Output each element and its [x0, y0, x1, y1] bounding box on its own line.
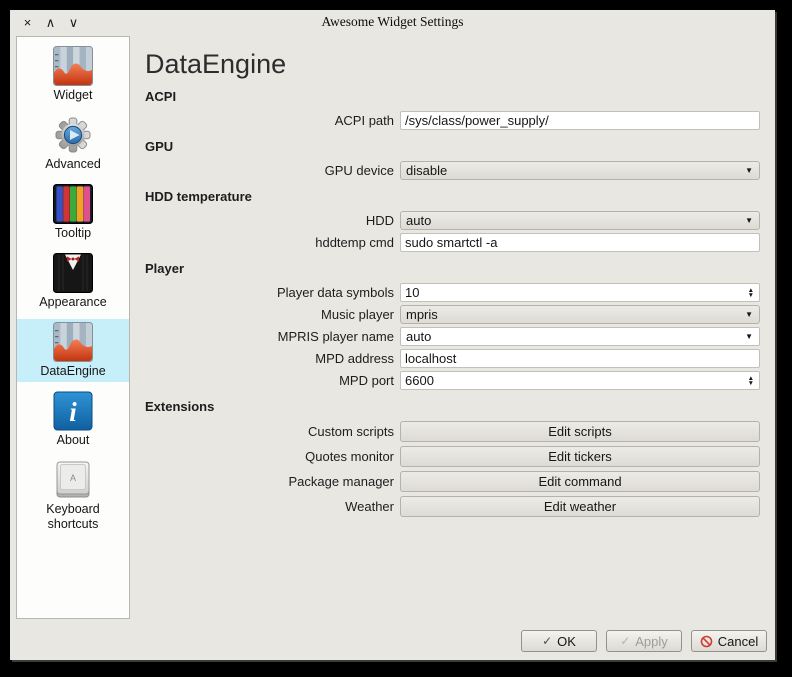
- key-letter: A: [70, 473, 76, 483]
- player-symbols-row: Player data symbols ▲▼: [145, 283, 760, 302]
- sidebar-item-advanced[interactable]: Advanced: [17, 112, 129, 175]
- sidebar-item-label: Widget: [54, 88, 93, 103]
- no-entry-icon: [700, 635, 713, 648]
- custom-scripts-label: Custom scripts: [145, 424, 400, 439]
- sidebar-item-label: Keyboard shortcuts: [25, 502, 121, 532]
- music-player-label: Music player: [145, 307, 400, 322]
- settings-window: × ∧ ∨ Awesome Widget Settings: [10, 10, 775, 660]
- music-player-value: mpris: [406, 307, 745, 322]
- ok-button-label: OK: [557, 634, 576, 649]
- gpu-device-value: disable: [406, 163, 745, 178]
- sidebar-item-widget[interactable]: Widget: [17, 43, 129, 106]
- tuxedo-icon: [53, 253, 93, 293]
- sidebar-item-keyboard-shortcuts[interactable]: A Keyboard shortcuts: [17, 457, 129, 535]
- package-manager-row: Package manager Edit command: [145, 471, 760, 492]
- window-title: Awesome Widget Settings: [10, 14, 775, 30]
- mpd-address-row: MPD address: [145, 349, 760, 368]
- player-symbols-stepper[interactable]: ▲▼: [400, 283, 760, 302]
- acpi-path-input[interactable]: [400, 111, 760, 130]
- sidebar-item-about[interactable]: i About: [17, 388, 129, 451]
- quotes-monitor-label: Quotes monitor: [145, 449, 400, 464]
- mpd-address-input[interactable]: [400, 349, 760, 368]
- dialog-button-bar: ✓ OK ✓ Apply Cancel: [521, 630, 767, 652]
- apply-button-label: Apply: [635, 634, 668, 649]
- sidebar-item-label: Appearance: [39, 295, 106, 310]
- cancel-button-label: Cancel: [718, 634, 758, 649]
- mpris-player-name-label: MPRIS player name: [145, 329, 400, 344]
- chart-widget-icon: [53, 322, 93, 362]
- mpris-player-name-value: auto: [406, 329, 745, 344]
- weather-label: Weather: [145, 499, 400, 514]
- mpd-port-row: MPD port ▲▼: [145, 371, 760, 390]
- desktop-background: × ∧ ∨ Awesome Widget Settings: [0, 0, 792, 677]
- mpd-port-input[interactable]: [401, 373, 748, 388]
- ok-button[interactable]: ✓ OK: [521, 630, 597, 652]
- acpi-path-row: ACPI path: [145, 111, 760, 130]
- section-header-gpu: GPU: [145, 139, 760, 154]
- check-icon: ✓: [620, 635, 630, 647]
- music-player-row: Music player mpris ▼: [145, 305, 760, 324]
- info-letter: i: [69, 397, 77, 427]
- gpu-device-select[interactable]: disable ▼: [400, 161, 760, 180]
- sidebar-item-label: DataEngine: [40, 364, 105, 379]
- mpd-port-stepper[interactable]: ▲▼: [400, 371, 760, 390]
- chevron-down-icon: ▼: [745, 333, 753, 341]
- sidebar-item-appearance[interactable]: Appearance: [17, 250, 129, 313]
- hddtemp-cmd-row: hddtemp cmd: [145, 233, 760, 252]
- sidebar-item-label: Tooltip: [55, 226, 91, 241]
- cancel-button[interactable]: Cancel: [691, 630, 767, 652]
- edit-weather-button[interactable]: Edit weather: [400, 496, 760, 517]
- titlebar: × ∧ ∨ Awesome Widget Settings: [10, 10, 775, 34]
- hdd-row: HDD auto ▼: [145, 211, 760, 230]
- settings-panel: DataEngine ACPI ACPI path GPU GPU device…: [145, 34, 760, 521]
- chevron-down-icon: ▼: [745, 217, 753, 225]
- edit-command-button[interactable]: Edit command: [400, 471, 760, 492]
- music-player-select[interactable]: mpris ▼: [400, 305, 760, 324]
- sidebar-item-label: Advanced: [45, 157, 101, 172]
- package-manager-label: Package manager: [145, 474, 400, 489]
- chevron-down-icon: ▼: [745, 311, 753, 319]
- edit-scripts-button[interactable]: Edit scripts: [400, 421, 760, 442]
- section-header-player: Player: [145, 261, 760, 276]
- check-icon: ✓: [542, 635, 552, 647]
- gpu-device-row: GPU device disable ▼: [145, 161, 760, 180]
- player-symbols-input[interactable]: [401, 285, 748, 300]
- info-icon: i: [53, 391, 93, 431]
- chevron-down-icon: ▼: [745, 167, 753, 175]
- player-symbols-label: Player data symbols: [145, 285, 400, 300]
- custom-scripts-row: Custom scripts Edit scripts: [145, 421, 760, 442]
- edit-tickers-button[interactable]: Edit tickers: [400, 446, 760, 467]
- section-header-acpi: ACPI: [145, 89, 760, 104]
- acpi-path-label: ACPI path: [145, 113, 400, 128]
- sidebar-nav: Widget Advanced: [16, 36, 130, 619]
- sidebar-item-label: About: [57, 433, 90, 448]
- stepper-arrows-icon[interactable]: ▲▼: [748, 376, 759, 386]
- page-title: DataEngine: [145, 48, 760, 80]
- chart-widget-icon: [53, 46, 93, 86]
- keyboard-key-icon: A: [53, 460, 93, 500]
- mpris-player-name-row: MPRIS player name auto ▼: [145, 327, 760, 346]
- gear-play-icon: [53, 115, 93, 155]
- quotes-monitor-row: Quotes monitor Edit tickers: [145, 446, 760, 467]
- mpris-player-name-select[interactable]: auto ▼: [400, 327, 760, 346]
- hddtemp-cmd-label: hddtemp cmd: [145, 235, 400, 250]
- hdd-select[interactable]: auto ▼: [400, 211, 760, 230]
- weather-row: Weather Edit weather: [145, 496, 760, 517]
- color-stripes-icon: [53, 184, 93, 224]
- sidebar-item-tooltip[interactable]: Tooltip: [17, 181, 129, 244]
- hddtemp-cmd-input[interactable]: [400, 233, 760, 252]
- mpd-port-label: MPD port: [145, 373, 400, 388]
- section-header-extensions: Extensions: [145, 399, 760, 414]
- sidebar-item-dataengine[interactable]: DataEngine: [17, 319, 129, 382]
- gpu-device-label: GPU device: [145, 163, 400, 178]
- section-header-hdd: HDD temperature: [145, 189, 760, 204]
- hdd-value: auto: [406, 213, 745, 228]
- hdd-label: HDD: [145, 213, 400, 228]
- stepper-arrows-icon[interactable]: ▲▼: [748, 288, 759, 298]
- mpd-address-label: MPD address: [145, 351, 400, 366]
- apply-button[interactable]: ✓ Apply: [606, 630, 682, 652]
